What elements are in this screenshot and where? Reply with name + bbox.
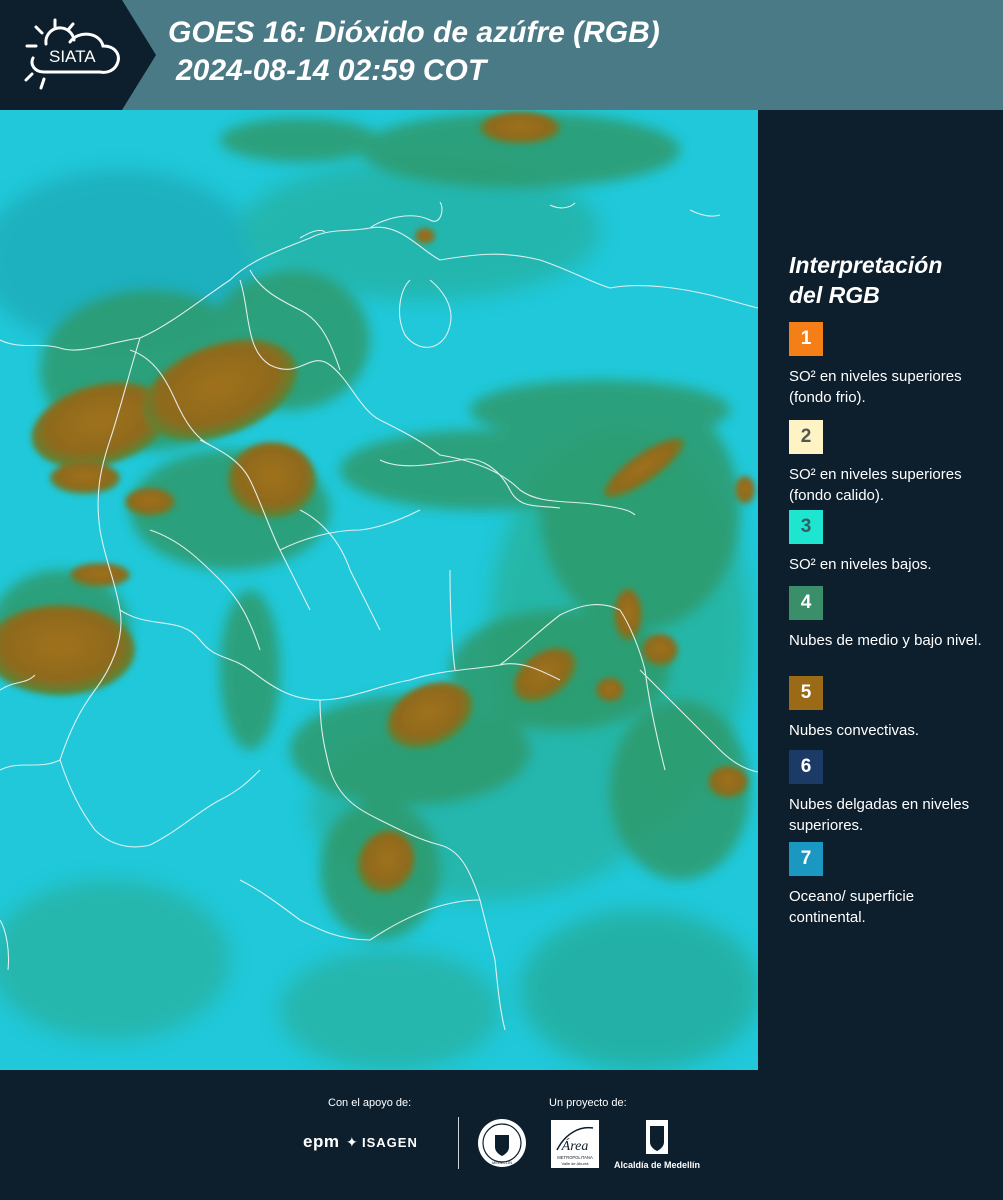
alcaldia-logo[interactable]: Alcaldía de Medellín: [612, 1120, 702, 1172]
legend-swatch: 1: [789, 322, 823, 356]
seal-icon: MEDELLÍN: [478, 1119, 526, 1167]
legend-title-line2: del RGB: [789, 282, 880, 308]
page-title: GOES 16: Dióxido de azúfre (RGB) 2024-08…: [168, 14, 660, 90]
title-timestamp: 2024-08-14 02:59 COT: [176, 54, 487, 87]
alcaldia-crest-icon: Alcaldía de Medellín: [614, 1120, 700, 1170]
legend-item-1: 1 SO² en niveles superiores (fondo frio)…: [789, 322, 994, 408]
siata-logo[interactable]: SIATA: [0, 0, 158, 110]
legend-swatch: 6: [789, 750, 823, 784]
legend-swatch: 7: [789, 842, 823, 876]
area-logo-title: Área: [561, 1137, 589, 1154]
legend-panel: Interpretación del RGB 1 SO² en niveles …: [758, 110, 1003, 1070]
area-logo-sub1: METROPOLITANA: [557, 1155, 593, 1160]
legend-item-7: 7 Oceano/ superficie continental.: [789, 842, 994, 928]
legend-swatch: 4: [789, 586, 823, 620]
legend-label: Nubes convectivas.: [789, 722, 920, 739]
legend-label: Oceano/ superficie continental.: [789, 888, 915, 926]
isagen-icon: ✦: [346, 1134, 358, 1150]
legend-title-line1: Interpretación: [789, 252, 943, 278]
legend-label: SO² en niveles superiores (fondo frio).: [789, 368, 962, 406]
title-product: GOES 16: Dióxido de azúfre (RGB): [168, 16, 660, 49]
logo-text: SIATA: [49, 47, 96, 66]
legend-label: Nubes de medio y bajo nivel.: [789, 632, 982, 649]
seal-text: MEDELLÍN: [492, 1160, 512, 1165]
legend-swatch: 3: [789, 510, 823, 544]
legend-title: Interpretación del RGB: [789, 250, 989, 310]
map-image: [0, 110, 758, 1070]
legend-label: Nubes delgadas en niveles superiores.: [789, 796, 970, 834]
legend-item-4: 4 Nubes de medio y bajo nivel.: [789, 586, 994, 651]
legend-label: SO² en niveles superiores (fondo calido)…: [789, 466, 962, 504]
area-metropolitana-logo[interactable]: Área METROPOLITANA Valle de Aburrá: [551, 1120, 599, 1168]
area-logo-sub2: Valle de Aburrá: [561, 1161, 589, 1166]
support-label: Con el apoyo de:: [328, 1097, 412, 1109]
header-bar: SIATA GOES 16: Dióxido de azúfre (RGB) 2…: [0, 0, 1003, 110]
legend-item-2: 2 SO² en niveles superiores (fondo calid…: [789, 420, 994, 506]
legend-swatch: 2: [789, 420, 823, 454]
isagen-logo[interactable]: ISAGEN: [362, 1135, 418, 1150]
legend-item-5: 5 Nubes convectivas.: [789, 676, 994, 741]
medellin-seal-logo[interactable]: MEDELLÍN: [476, 1117, 528, 1169]
alcaldia-text: Alcaldía de Medellín: [614, 1160, 700, 1170]
legend-swatch: 5: [789, 676, 823, 710]
footer-divider: [458, 1117, 459, 1169]
epm-logo[interactable]: epm: [303, 1132, 339, 1152]
logo-shape: SIATA: [0, 0, 156, 110]
satellite-map[interactable]: [0, 110, 758, 1070]
area-logo-graphic: Área METROPOLITANA Valle de Aburrá: [556, 1126, 594, 1166]
legend-label: SO² en niveles bajos.: [789, 556, 932, 573]
project-label: Un proyecto de:: [549, 1097, 627, 1109]
legend-item-3: 3 SO² en niveles bajos.: [789, 510, 994, 575]
legend-item-6: 6 Nubes delgadas en niveles superiores.: [789, 750, 994, 836]
